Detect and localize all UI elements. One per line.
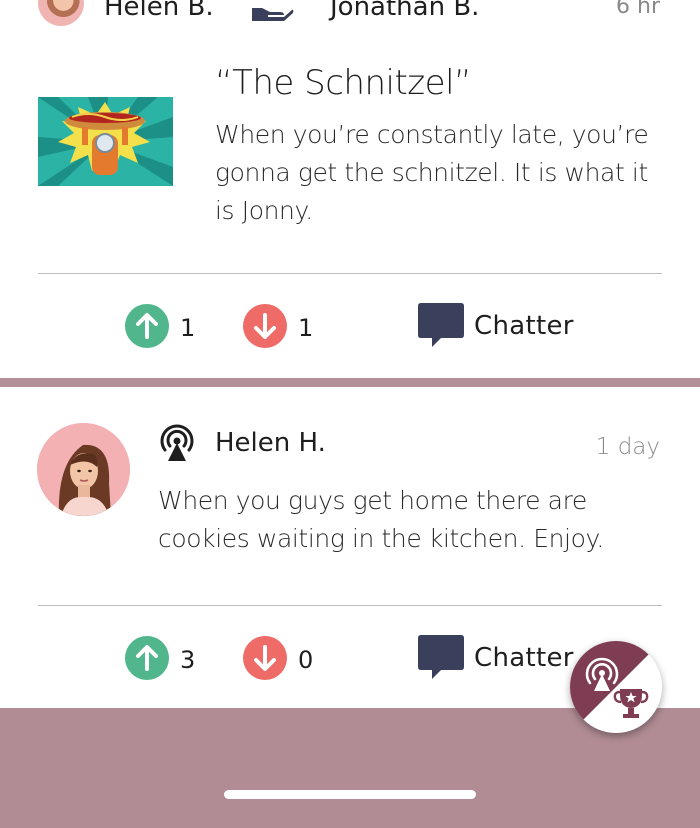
floating-action-button[interactable] bbox=[570, 641, 662, 733]
upvote-count: 3 bbox=[180, 646, 196, 674]
arrow-up-circle-icon bbox=[136, 313, 158, 339]
upvote-count: 1 bbox=[180, 314, 196, 342]
chat-bubble-icon bbox=[417, 301, 465, 349]
chat-bubble-icon bbox=[417, 633, 465, 681]
arrow-down-circle-icon bbox=[254, 645, 276, 671]
post-card-schnitzel: Helen B. Jonathan B. 6 hr “The Schnitzel… bbox=[0, 0, 700, 378]
post-time: 1 day bbox=[595, 434, 660, 460]
author-avatar[interactable] bbox=[38, 0, 84, 26]
hand-giving-icon bbox=[250, 0, 294, 22]
divider bbox=[38, 273, 662, 274]
chatter-label: Chatter bbox=[474, 643, 574, 673]
post-time: 6 hr bbox=[616, 0, 660, 19]
chatter-label: Chatter bbox=[474, 311, 574, 341]
author-name[interactable]: Helen B. bbox=[104, 0, 214, 22]
post-image-hotdog[interactable] bbox=[38, 97, 173, 186]
card-separator bbox=[0, 378, 700, 387]
downvote-button[interactable] bbox=[243, 636, 287, 680]
divider bbox=[38, 605, 662, 606]
post-body: When you’re constantly late, you’re gonn… bbox=[215, 120, 649, 225]
author-avatar[interactable] bbox=[37, 423, 130, 516]
downvote-count: 1 bbox=[298, 314, 314, 342]
upvote-button[interactable] bbox=[125, 636, 169, 680]
arrow-down-circle-icon bbox=[254, 313, 276, 339]
downvote-button[interactable] bbox=[243, 304, 287, 348]
arrow-up-circle-icon bbox=[136, 645, 158, 671]
chatter-button[interactable]: Chatter bbox=[417, 301, 587, 349]
author-name[interactable]: Helen H. bbox=[215, 428, 326, 458]
upvote-button[interactable] bbox=[125, 304, 169, 348]
chatter-button[interactable]: Chatter bbox=[417, 633, 587, 681]
downvote-count: 0 bbox=[298, 646, 314, 674]
post-body: When you guys get home there are cookies… bbox=[158, 486, 604, 553]
home-indicator[interactable] bbox=[224, 790, 476, 799]
recipient-name[interactable]: Jonathan B. bbox=[330, 0, 479, 22]
post-title: “The Schnitzel” bbox=[215, 63, 472, 103]
broadcast-icon bbox=[158, 424, 196, 462]
